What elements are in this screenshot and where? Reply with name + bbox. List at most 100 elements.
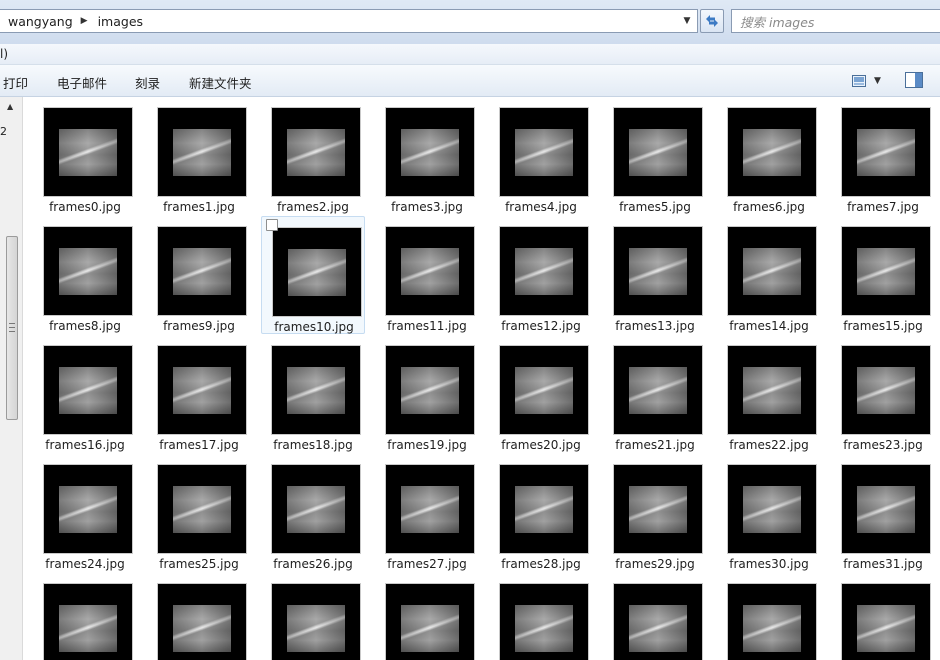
address-dropdown-icon[interactable]: ▼	[679, 13, 695, 29]
select-checkbox[interactable]	[266, 219, 278, 231]
view-dropdown-icon[interactable]: ▼	[874, 76, 881, 86]
file-item[interactable]: frames28.jpg	[489, 454, 593, 572]
print-button[interactable]: 打印	[3, 73, 28, 92]
file-item[interactable]: frames8.jpg	[33, 216, 137, 334]
file-thumbnail[interactable]	[157, 464, 247, 554]
preview-pane-button[interactable]	[905, 72, 923, 88]
file-item[interactable]: frames12.jpg	[489, 216, 593, 334]
menu-fragment[interactable]: l)	[0, 47, 8, 61]
file-item[interactable]: frames24.jpg	[33, 454, 137, 572]
burn-button[interactable]: 刻录	[135, 73, 160, 92]
file-thumbnail[interactable]	[613, 226, 703, 316]
file-thumbnail[interactable]	[43, 583, 133, 660]
file-item[interactable]: frames14.jpg	[717, 216, 821, 334]
file-thumbnail[interactable]	[727, 107, 817, 197]
file-item[interactable]: frames11.jpg	[375, 216, 479, 334]
file-item[interactable]	[261, 573, 365, 660]
breadcrumb-separator-icon[interactable]: ▶	[79, 16, 90, 26]
file-item[interactable]: frames17.jpg	[147, 335, 251, 453]
file-item[interactable]: frames3.jpg	[375, 97, 479, 215]
file-item[interactable]	[147, 573, 251, 660]
file-thumbnail[interactable]	[385, 583, 475, 660]
file-item[interactable]: frames4.jpg	[489, 97, 593, 215]
file-item[interactable]: frames27.jpg	[375, 454, 479, 572]
file-item[interactable]	[375, 573, 479, 660]
file-thumbnail[interactable]	[727, 464, 817, 554]
change-view-button[interactable]: ▼	[852, 72, 888, 90]
new-folder-button[interactable]: 新建文件夹	[189, 73, 252, 92]
file-thumbnail[interactable]	[385, 107, 475, 197]
file-thumbnail[interactable]	[385, 464, 475, 554]
email-button[interactable]: 电子邮件	[57, 73, 107, 92]
file-item[interactable]	[831, 573, 935, 660]
file-thumbnail[interactable]	[841, 226, 931, 316]
file-thumbnail[interactable]	[613, 345, 703, 435]
file-thumbnail[interactable]	[271, 583, 361, 660]
file-thumbnail[interactable]	[727, 226, 817, 316]
file-thumbnail[interactable]	[385, 226, 475, 316]
file-thumbnail[interactable]	[499, 583, 589, 660]
file-item[interactable]: frames13.jpg	[603, 216, 707, 334]
file-thumbnail[interactable]	[271, 107, 361, 197]
file-item[interactable]: frames22.jpg	[717, 335, 821, 453]
file-thumbnail[interactable]	[271, 345, 361, 435]
file-thumbnail[interactable]	[613, 583, 703, 660]
file-thumbnail[interactable]	[841, 107, 931, 197]
frame-image	[401, 248, 459, 295]
file-item[interactable]: frames0.jpg	[33, 97, 137, 215]
file-item[interactable]: frames5.jpg	[603, 97, 707, 215]
file-item[interactable]: frames26.jpg	[261, 454, 365, 572]
file-thumbnail[interactable]	[727, 583, 817, 660]
file-item[interactable]: frames19.jpg	[375, 335, 479, 453]
file-thumbnail[interactable]	[499, 226, 589, 316]
file-item[interactable]: frames25.jpg	[147, 454, 251, 572]
scrollbar-thumb[interactable]	[6, 236, 18, 420]
file-item[interactable]: frames9.jpg	[147, 216, 251, 334]
file-item[interactable]: frames10.jpg	[261, 216, 365, 334]
file-item[interactable]	[717, 573, 821, 660]
file-item[interactable]: frames23.jpg	[831, 335, 935, 453]
breadcrumb-images[interactable]: images	[90, 14, 149, 29]
file-item[interactable]: frames2.jpg	[261, 97, 365, 215]
file-item[interactable]: frames15.jpg	[831, 216, 935, 334]
file-item[interactable]	[489, 573, 593, 660]
scroll-up-arrow-icon[interactable]: ▲	[7, 102, 13, 111]
frame-image	[857, 486, 915, 533]
file-thumbnail[interactable]	[271, 464, 361, 554]
file-thumbnail[interactable]	[613, 464, 703, 554]
file-thumbnail[interactable]	[43, 226, 133, 316]
file-item[interactable]: frames16.jpg	[33, 335, 137, 453]
file-item[interactable]: frames18.jpg	[261, 335, 365, 453]
file-item[interactable]: frames20.jpg	[489, 335, 593, 453]
file-thumbnail[interactable]	[157, 583, 247, 660]
file-thumbnail[interactable]	[157, 107, 247, 197]
file-item[interactable]: frames30.jpg	[717, 454, 821, 572]
address-bar[interactable]: wangyang ▶ images ▼	[0, 9, 698, 33]
file-item[interactable]: frames7.jpg	[831, 97, 935, 215]
file-thumbnail[interactable]	[385, 345, 475, 435]
file-thumbnail[interactable]	[272, 227, 362, 317]
file-thumbnail[interactable]	[157, 226, 247, 316]
file-thumbnail[interactable]	[499, 107, 589, 197]
search-input[interactable]: 搜索 images	[731, 9, 940, 33]
file-item[interactable]: frames6.jpg	[717, 97, 821, 215]
refresh-button[interactable]	[700, 9, 724, 33]
file-thumbnail[interactable]	[841, 583, 931, 660]
file-item[interactable]	[603, 573, 707, 660]
file-thumbnail[interactable]	[43, 345, 133, 435]
file-thumbnail[interactable]	[727, 345, 817, 435]
file-item[interactable]: frames1.jpg	[147, 97, 251, 215]
file-thumbnail[interactable]	[43, 107, 133, 197]
file-thumbnail[interactable]	[841, 464, 931, 554]
file-thumbnail[interactable]	[841, 345, 931, 435]
file-item[interactable]: frames31.jpg	[831, 454, 935, 572]
file-thumbnail[interactable]	[43, 464, 133, 554]
file-thumbnail[interactable]	[157, 345, 247, 435]
file-item[interactable]: frames21.jpg	[603, 335, 707, 453]
file-thumbnail[interactable]	[613, 107, 703, 197]
file-item[interactable]	[33, 573, 137, 660]
file-thumbnail[interactable]	[499, 464, 589, 554]
breadcrumb-wangyang[interactable]: wangyang	[0, 14, 79, 29]
file-item[interactable]: frames29.jpg	[603, 454, 707, 572]
file-thumbnail[interactable]	[499, 345, 589, 435]
